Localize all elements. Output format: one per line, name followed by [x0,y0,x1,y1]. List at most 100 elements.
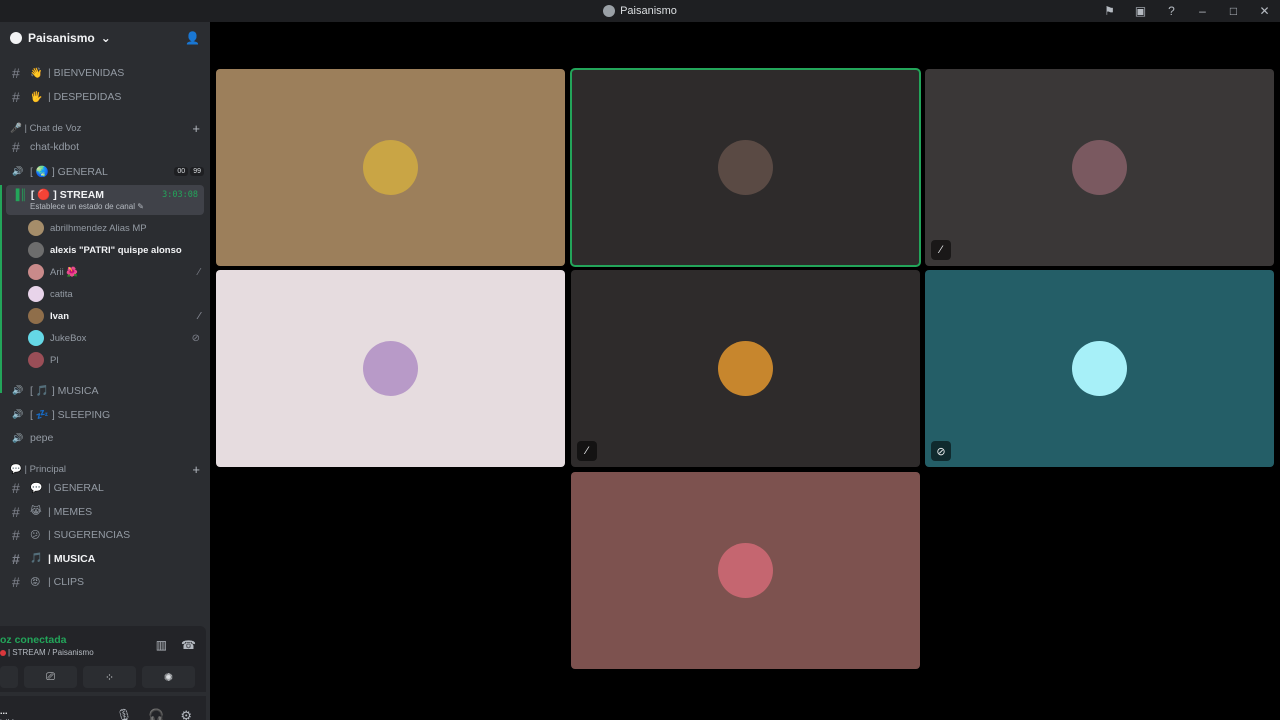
channel-item[interactable]: # 😡 | CLIPS [6,571,204,593]
channel-emoji: 😕 [30,529,41,541]
minimize-icon[interactable]: – [1187,0,1218,22]
deafened-icon: ⊘ [191,332,200,344]
channel-emoji: 💬 [30,482,43,494]
avatar [28,286,44,302]
channel-emoji: 👋 [30,67,43,79]
category-principal[interactable]: 💬 | Principal + [10,462,200,477]
hash-icon: # [12,480,20,496]
add-member-icon[interactable]: 👤 [185,31,200,45]
voice-user[interactable]: catita [28,284,200,304]
participant-tile[interactable]: ⁄ [925,69,1274,266]
user-name: Pl [50,354,59,366]
participant-avatar [1072,140,1127,195]
help-icon[interactable]: ? [1156,0,1187,22]
voice-location[interactable]: | STREAM / Paisanismo [0,648,94,657]
avatar [28,264,44,280]
speaker-icon: 🔊 [12,408,24,419]
speaker-icon: 🔊 [12,384,24,395]
user-name: Ivan [50,310,70,322]
avatar [28,242,44,258]
channel-item[interactable]: # 🎵 | MUSICA [6,548,204,570]
channel-emoji: 🖐 [30,91,43,103]
settings-icon[interactable]: ⚙ [180,708,192,720]
inbox-icon[interactable]: ▣ [1125,0,1156,22]
channel-item[interactable]: 🔊 [ 🎵 ] MUSICA [6,379,204,401]
user-name[interactable]: ... [0,706,8,716]
participant-tile[interactable] [216,270,565,467]
channel-item[interactable]: 🔊 pepe [6,427,204,449]
window-title-text: Paisanismo [620,5,677,17]
live-indicator-bar [0,185,2,393]
channel-item[interactable]: 🔊 [ 🌏 ] GENERAL 00 99 [6,160,204,182]
user-panel: ... isible 🎙 🎧 ⚙ [0,696,206,720]
channel-item[interactable]: # 👋 | BIENVENIDAS [6,62,204,84]
muted-icon: ⁄ [198,266,200,278]
muted-icon: ⁄ [931,240,951,260]
close-icon[interactable]: ✕ [1249,0,1280,22]
category-chat-de-voz[interactable]: 🎤 | Chat de Voz + [10,121,200,136]
avatar [28,330,44,346]
disconnect-icon[interactable]: ☎ [181,638,196,652]
channel-item[interactable]: # 😕 | SUGERENCIAS [6,524,204,546]
participant-tile[interactable] [570,68,921,267]
microphone-icon[interactable]: 🎙 [116,708,133,720]
channel-item[interactable]: # 💬 | GENERAL [6,477,204,499]
avatar [28,352,44,368]
voice-user[interactable]: Pl [28,350,200,370]
user-name: alexis "PATRI" quispe alonso [50,244,182,256]
voice-status[interactable]: oz conectada [0,634,67,646]
user-name: catita [50,288,73,300]
voice-user[interactable]: alexis "PATRI" quispe alonso [28,240,200,260]
flag-icon[interactable]: ⚑ [1094,0,1125,22]
voice-stage: ⁄ ⁄ ⊘ [210,22,1280,720]
window-title: Paisanismo [603,5,677,17]
camera-button[interactable] [0,666,18,688]
participant-avatar [718,543,773,598]
channel-item[interactable]: # 🖐 | DESPEDIDAS [6,86,204,108]
channel-item[interactable]: # 😹 | MEMES [6,501,204,523]
rules-icon: # [12,65,20,81]
server-header[interactable]: Paisanismo ⌄ 👤 [0,22,210,54]
muted-icon: ⁄ [577,441,597,461]
soundboard-button[interactable]: ✺ [142,666,195,688]
hash-icon: # [12,503,20,520]
activities-button[interactable]: ⁘ [83,666,136,688]
hash-icon: # [12,527,20,543]
voice-user[interactable]: JukeBox ⊘ [28,328,200,348]
add-channel-icon[interactable]: + [192,462,200,477]
hash-icon: # [12,139,20,155]
noise-suppression-icon[interactable]: ▥ [156,638,167,652]
screen-share-button[interactable]: ⎚ [24,666,77,688]
category-label: 🎤 | Chat de Voz [10,123,82,134]
channel-item[interactable]: 🔊 [ 💤 ] SLEEPING [6,403,204,425]
participant-tile[interactable]: ⊘ [925,270,1274,467]
channel-name: [ 🌏 ] GENERAL [30,165,108,178]
active-voice-channel[interactable]: ▐║[ 🔴 ] STREAM 3:03:08 Establece un esta… [6,185,204,215]
channel-emoji: 😡 [30,576,41,588]
participant-avatar [1072,341,1127,396]
deafened-icon: ⊘ [931,441,951,461]
headphones-icon[interactable]: 🎧 [148,708,164,720]
channel-item[interactable]: # chat-kdbot [6,136,204,158]
channel-name: [ 💤 ] SLEEPING [30,408,111,421]
participant-tile[interactable] [571,472,920,669]
speaker-locked-icon: 🔊 [12,432,24,443]
user-name: Arii 🌺 [50,266,79,278]
voice-user[interactable]: Ivan ⁄ [28,306,200,326]
voice-user[interactable]: abrilhmendez Alias MP [28,218,200,238]
participant-tile[interactable]: ⁄ [571,270,920,467]
maximize-icon[interactable]: □ [1218,0,1249,22]
server-name: Paisanismo [28,31,95,45]
soundboard-icon: ✺ [163,671,174,684]
channel-name: [ 🎵 ] MUSICA [30,384,99,397]
add-channel-icon[interactable]: + [192,121,200,136]
hash-icon: # [12,574,20,590]
server-icon [10,32,22,44]
channel-name: | MUSICA [48,552,96,565]
category-label: 💬 | Principal [10,464,67,475]
hash-icon: # [12,550,20,567]
pencil-icon[interactable]: ✎ [137,202,144,211]
participant-tile[interactable] [216,69,565,266]
channel-status-hint[interactable]: Establece un estado de canal [30,202,135,211]
voice-user[interactable]: Arii 🌺 ⁄ [28,262,200,282]
